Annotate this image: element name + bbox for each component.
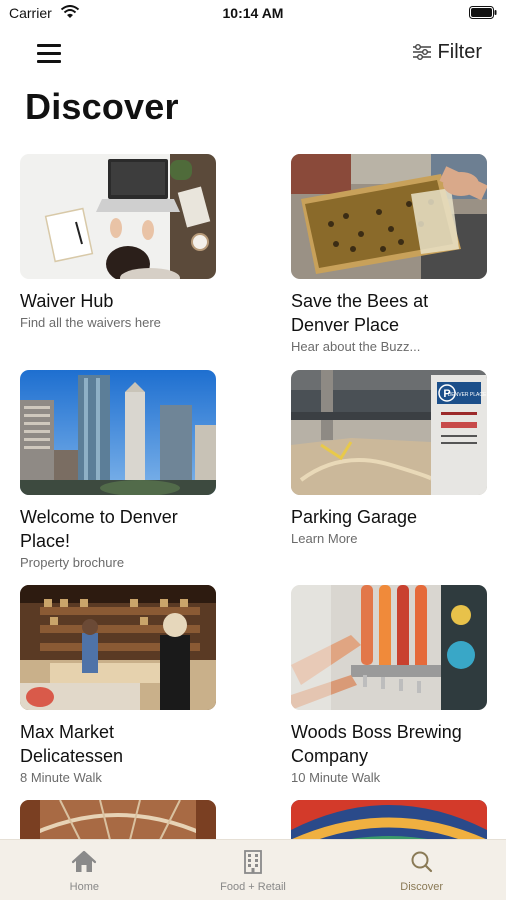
card-image: P DENVER PLACE <box>291 370 487 495</box>
tab-food-retail[interactable]: Food + Retail <box>169 840 338 900</box>
home-icon <box>72 850 97 872</box>
status-bar: Carrier 10:14 AM <box>0 0 506 26</box>
card-title: Welcome to Denver Place! <box>20 507 178 551</box>
card-save-the-bees[interactable]: Save the Bees at Denver Place Hear about… <box>291 154 487 356</box>
filter-button[interactable]: Filter <box>412 38 482 66</box>
desk-laptop-image <box>20 154 216 279</box>
deli-market-image <box>20 585 216 710</box>
battery-icon <box>469 6 497 19</box>
card-title: Max Market Delicatessen <box>20 722 124 766</box>
parking-garage-image: P DENVER PLACE <box>291 370 487 495</box>
tab-discover[interactable]: Discover <box>337 840 506 900</box>
card-subtitle: 10 Minute Walk <box>291 770 381 785</box>
card-title: Save the Bees at Denver Place <box>291 291 429 335</box>
card-subtitle: Property brochure <box>20 555 125 570</box>
beer-taps-image <box>291 585 487 710</box>
sliders-icon <box>412 44 431 60</box>
card-image <box>20 154 216 279</box>
hamburger-menu-icon <box>37 44 61 47</box>
card-title: Woods Boss Brewing Company <box>291 722 462 766</box>
city-skyline-image <box>20 370 216 495</box>
card-waiver-hub[interactable]: Waiver Hub Find all the waivers here <box>20 154 216 332</box>
card-subtitle: 8 Minute Walk <box>20 770 102 785</box>
card-subtitle: Learn More <box>291 531 358 546</box>
building-icon <box>244 850 262 874</box>
beehive-frame-image <box>291 154 487 279</box>
search-icon <box>411 851 432 873</box>
tab-home[interactable]: Home <box>0 840 169 900</box>
status-time: 10:14 AM <box>222 5 284 21</box>
tab-bar: Home Food + Retail Discover <box>0 839 506 900</box>
menu-button[interactable] <box>34 38 64 68</box>
card-image <box>20 585 216 710</box>
tab-label: Home <box>69 881 99 893</box>
tab-label: Discover <box>400 881 444 893</box>
card-woods-boss-brewing[interactable]: Woods Boss Brewing Company 10 Minute Wal… <box>291 585 487 787</box>
tab-label: Food + Retail <box>220 881 286 893</box>
card-subtitle: Find all the waivers here <box>20 315 161 330</box>
card-image <box>291 585 487 710</box>
page-title: Discover <box>25 86 179 127</box>
card-title: Parking Garage <box>291 507 418 527</box>
hamburger-menu-icon-line-3 <box>37 60 61 63</box>
filter-label: Filter <box>437 40 482 63</box>
parking-sign-name: DENVER PLACE <box>448 392 487 398</box>
card-image <box>291 154 487 279</box>
card-welcome-denver-place[interactable]: Welcome to Denver Place! Property brochu… <box>20 370 216 572</box>
card-image <box>20 370 216 495</box>
card-max-market[interactable]: Max Market Delicatessen 8 Minute Walk <box>20 585 216 787</box>
card-subtitle: Hear about the Buzz... <box>291 339 421 354</box>
card-parking-garage[interactable]: P DENVER PLACE Parking Garage Learn More <box>291 370 487 548</box>
card-title: Waiver Hub <box>20 291 114 311</box>
hamburger-menu-icon-line-2 <box>37 52 61 55</box>
